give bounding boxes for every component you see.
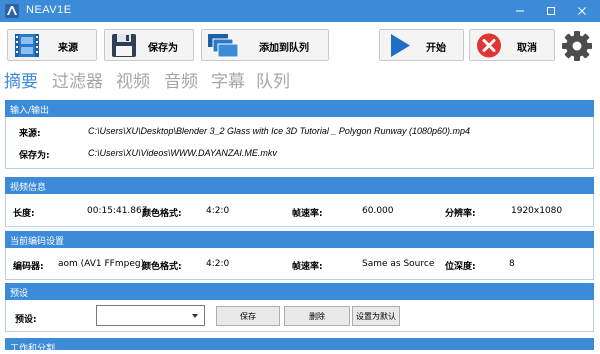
add-to-queue-button[interactable]: 添加到队列: [201, 29, 329, 61]
start-button[interactable]: 开始: [379, 29, 464, 61]
close-icon[interactable]: [567, 0, 597, 22]
floppy-disk-icon: [112, 34, 136, 57]
encode-frame-rate-label: 帧速率:: [292, 262, 323, 272]
gear-icon[interactable]: [561, 30, 593, 62]
cancel-button-label: 取消: [517, 43, 537, 54]
tab-queue[interactable]: 队列: [256, 67, 290, 92]
encode-color-format-value: 4:2:0: [206, 259, 230, 269]
length-label: 长度:: [13, 209, 35, 219]
encoder-value: aom (AV1 FFmpeg): [58, 259, 145, 269]
frame-rate-label: 帧速率:: [292, 209, 323, 219]
length-value: 00:15:41.867: [87, 206, 148, 216]
start-button-label: 开始: [426, 43, 446, 54]
add-to-queue-button-label: 添加到队列: [259, 43, 309, 54]
app-logo-icon: [5, 4, 19, 18]
resolution-value: 1920x1080: [511, 206, 563, 216]
work-split-section-header: 工作和分割: [5, 338, 594, 354]
tab-audio[interactable]: 音频: [164, 67, 198, 92]
source-button[interactable]: 来源: [7, 29, 97, 61]
encode-section-header: 当前编码设置: [5, 231, 594, 248]
source-button-label: 来源: [58, 43, 78, 54]
tab-video[interactable]: 视频: [116, 67, 150, 92]
color-format-value: 4:2:0: [206, 206, 230, 216]
io-section-header: 输入/输出: [5, 100, 594, 117]
save-as-button-label: 保存为: [148, 43, 178, 54]
bit-depth-label: 位深度:: [445, 262, 476, 272]
save-as-button[interactable]: 保存为: [104, 29, 194, 61]
video-info-section-header: 视频信息: [5, 177, 594, 194]
encoder-label: 编码器:: [13, 262, 44, 272]
preset-save-button[interactable]: 保存: [216, 306, 280, 326]
encode-frame-rate-value: Same as Source: [362, 259, 435, 269]
tab-subtitles[interactable]: 字幕: [211, 67, 245, 92]
film-icon: [15, 34, 39, 57]
io-section-body: [5, 117, 594, 169]
cancel-button[interactable]: 取消: [469, 29, 555, 61]
window-title: NEAV1E: [26, 4, 72, 16]
play-icon: [391, 34, 410, 57]
minimize-icon[interactable]: [505, 0, 535, 22]
bit-depth-value: 8: [509, 259, 515, 269]
preset-section-header: 预设: [5, 283, 594, 300]
frame-rate-value: 60.000: [362, 206, 394, 216]
color-format-label: 颜色格式:: [142, 209, 182, 219]
toolbar: 来源 保存为 添加到队列 开始 取消: [0, 22, 600, 68]
preset-label: 预设:: [15, 315, 37, 325]
save-as-path: C:\Users\XU\Videos\WWW.DAYANZAI.ME.mkv: [88, 148, 277, 158]
preset-dropdown[interactable]: [96, 305, 205, 326]
preset-delete-button[interactable]: 删除: [284, 306, 350, 326]
preset-set-default-button[interactable]: 设置为默认: [352, 306, 400, 326]
encode-color-format-label: 颜色格式:: [142, 262, 182, 272]
cancel-icon: [477, 33, 501, 58]
save-as-label: 保存为:: [19, 151, 50, 161]
stacked-windows-icon: [208, 34, 239, 58]
resolution-label: 分辨率:: [445, 209, 476, 219]
title-bar: NEAV1E: [0, 0, 600, 22]
maximize-icon[interactable]: [536, 0, 566, 22]
chevron-down-icon: [192, 314, 198, 318]
source-label: 来源:: [19, 129, 41, 139]
tab-summary[interactable]: 摘要: [4, 67, 38, 92]
source-path: C:\Users\XU\Desktop\Blender 3_2 Glass wi…: [88, 126, 471, 136]
tab-filters[interactable]: 过滤器: [52, 67, 103, 92]
